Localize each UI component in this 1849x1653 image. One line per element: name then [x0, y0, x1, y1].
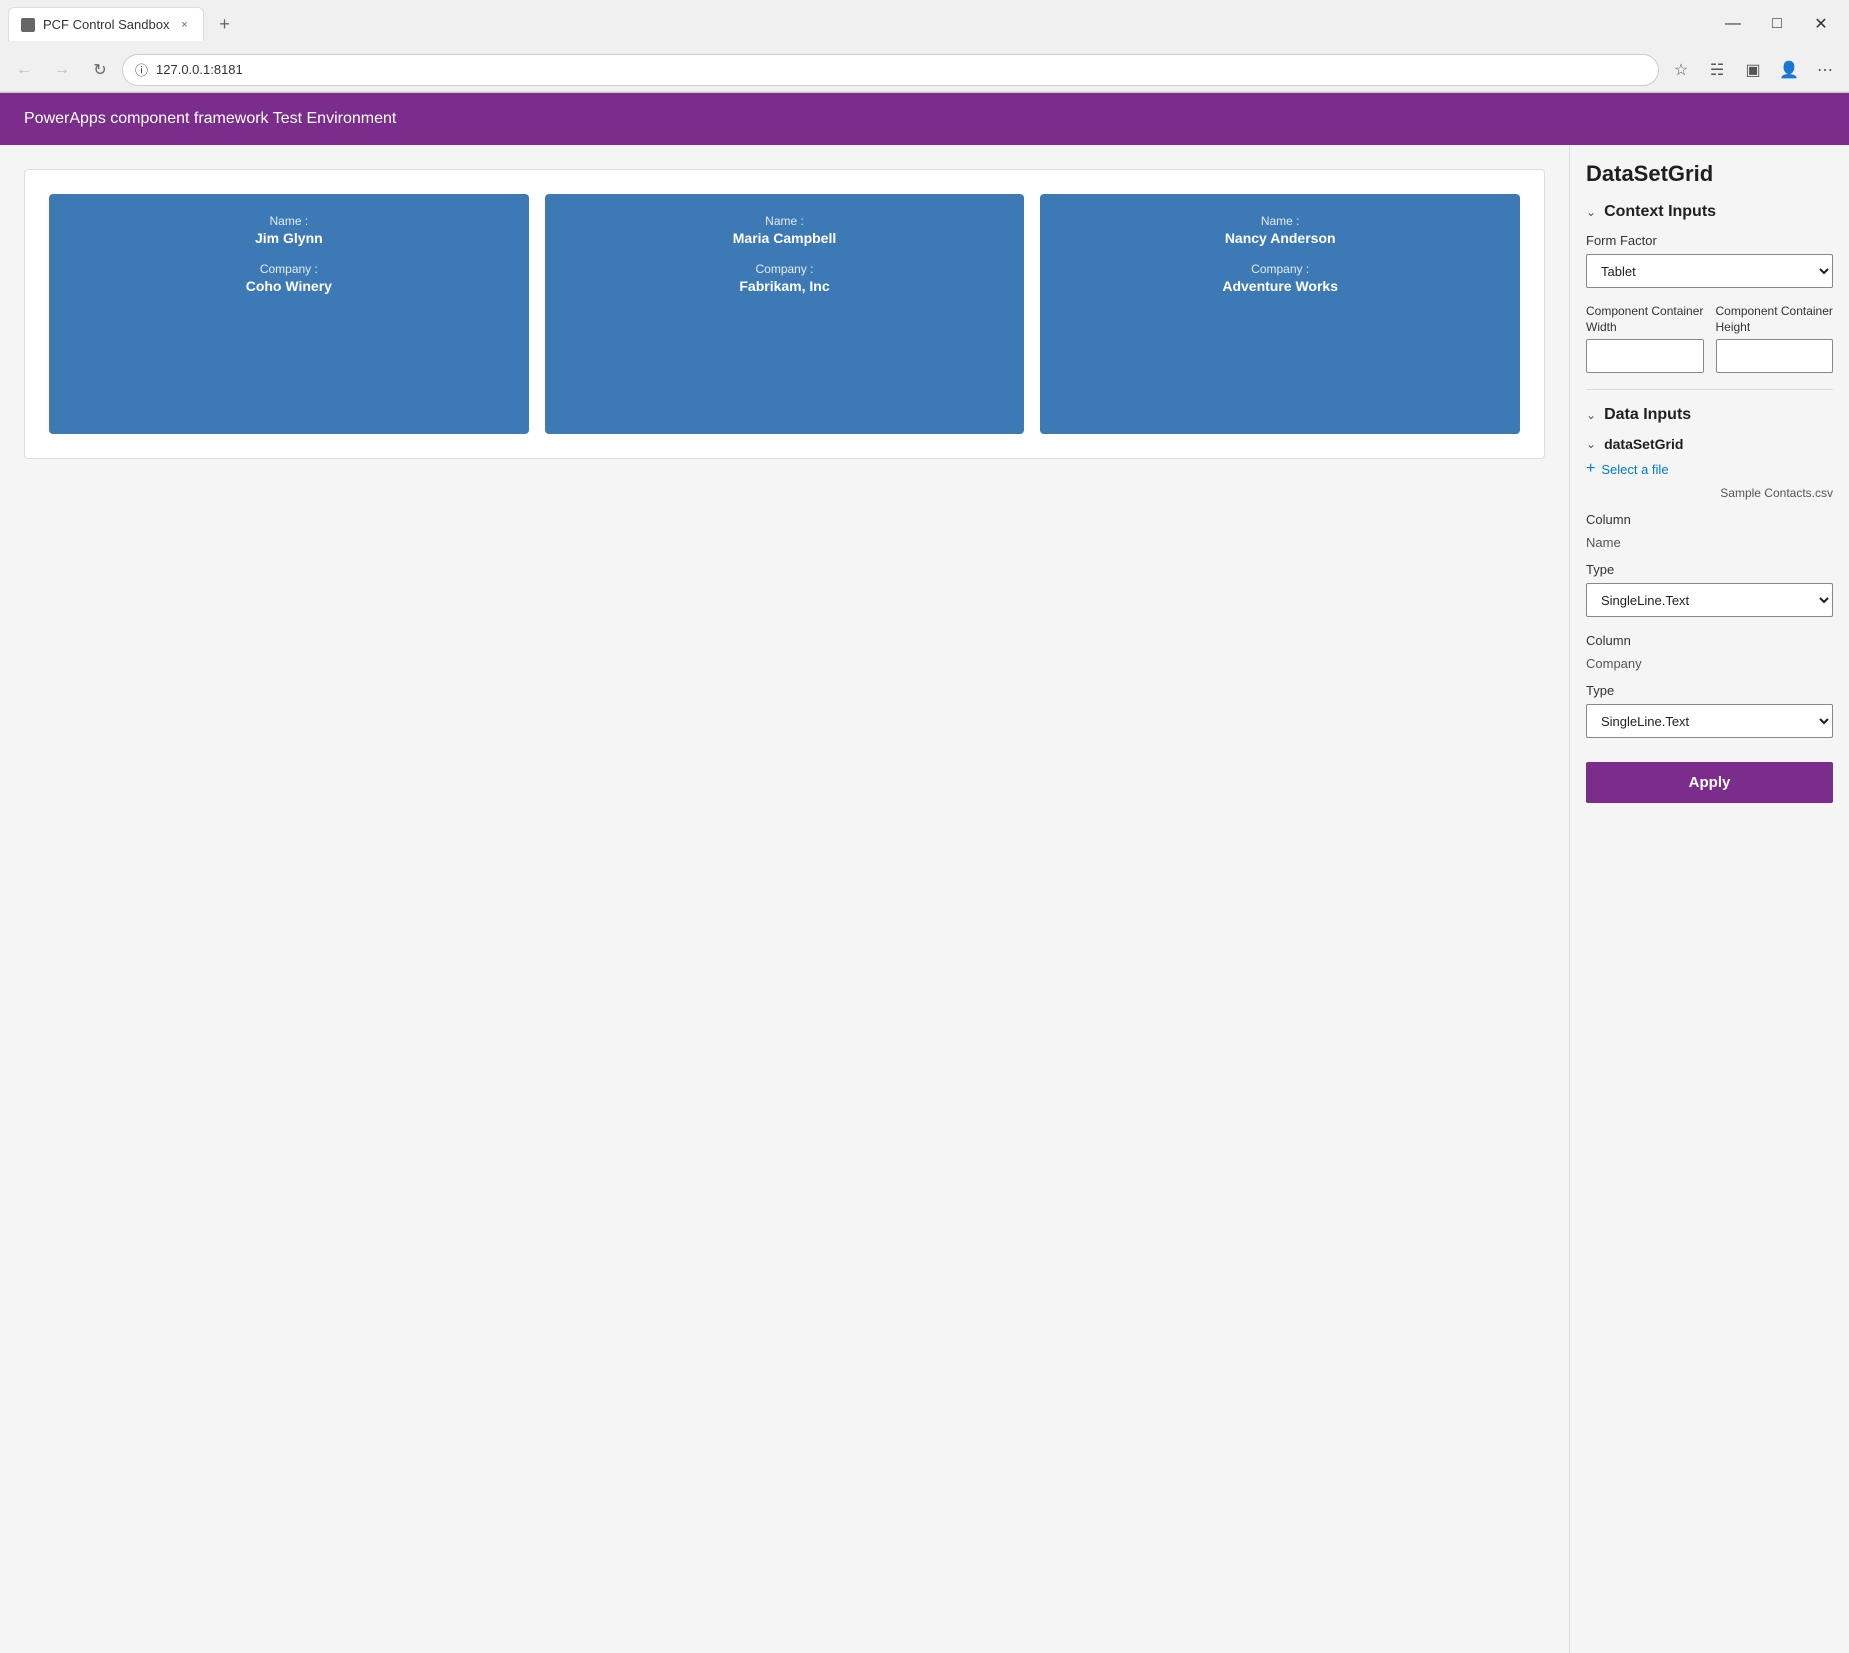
main-layout: Name : Jim Glynn Company : Coho Winery N… — [0, 145, 1849, 1653]
close-button[interactable]: ✕ — [1801, 10, 1841, 38]
right-panel: DataSetGrid ⌄ Context Inputs Form Factor… — [1569, 145, 1849, 1653]
container-height-label: Component Container Height — [1716, 304, 1834, 335]
column2-value: Company — [1586, 652, 1833, 675]
container-width-group: Component Container Width — [1586, 304, 1704, 373]
plus-icon: + — [1586, 460, 1595, 478]
address-text: 127.0.0.1:8181 — [156, 62, 243, 77]
file-name: Sample Contacts.csv — [1586, 486, 1833, 500]
info-icon: ⓘ — [135, 60, 148, 79]
settings-icon[interactable]: ⋯ — [1809, 54, 1841, 86]
card1-company-label: Company : — [260, 262, 318, 276]
contact-card-3[interactable]: Name : Nancy Anderson Company : Adventur… — [1040, 194, 1520, 434]
tab-close-button[interactable]: × — [177, 18, 191, 32]
context-inputs-title: Context Inputs — [1604, 203, 1716, 221]
card2-name-value: Maria Campbell — [733, 230, 836, 246]
address-bar[interactable]: ⓘ 127.0.0.1:8181 — [122, 54, 1659, 86]
form-factor-select[interactable]: Tablet Phone Desktop — [1586, 254, 1833, 288]
card1-name-label: Name : — [269, 214, 308, 228]
banner-title: PowerApps component framework Test Envir… — [24, 110, 396, 128]
column2-label: Column — [1586, 633, 1833, 648]
dataset-grid-label: dataSetGrid — [1604, 436, 1683, 452]
contact-card-1[interactable]: Name : Jim Glynn Company : Coho Winery — [49, 194, 529, 434]
card3-company-label: Company : — [1251, 262, 1309, 276]
context-inputs-header[interactable]: ⌄ Context Inputs — [1586, 203, 1833, 221]
card2-company-label: Company : — [755, 262, 813, 276]
dataset-grid-chevron: ⌄ — [1586, 437, 1596, 451]
window-controls: — □ ✕ — [1713, 10, 1841, 38]
card3-company-value: Adventure Works — [1222, 278, 1338, 294]
browser-tab[interactable]: PCF Control Sandbox × — [8, 7, 204, 41]
collections-icon[interactable]: ▣ — [1737, 54, 1769, 86]
container-width-label: Component Container Width — [1586, 304, 1704, 335]
type2-label: Type — [1586, 683, 1833, 698]
tab-favicon — [21, 18, 35, 32]
container-dims: Component Container Width Component Cont… — [1586, 304, 1833, 373]
dataset-grid-header[interactable]: ⌄ dataSetGrid — [1586, 436, 1833, 452]
back-button[interactable]: ← — [8, 54, 40, 86]
type2-select[interactable]: SingleLine.Text Whole.None DateAndTime.D… — [1586, 704, 1833, 738]
star-icon[interactable]: ☆ — [1665, 54, 1697, 86]
cards-container: Name : Jim Glynn Company : Coho Winery N… — [24, 169, 1545, 459]
card2-company-value: Fabrikam, Inc — [739, 278, 829, 294]
forward-button[interactable]: → — [46, 54, 78, 86]
form-factor-label: Form Factor — [1586, 233, 1833, 248]
contact-card-2[interactable]: Name : Maria Campbell Company : Fabrikam… — [545, 194, 1025, 434]
browser-chrome: PCF Control Sandbox × + — □ ✕ ← → ↻ ⓘ 12… — [0, 0, 1849, 93]
container-height-group: Component Container Height — [1716, 304, 1834, 373]
data-inputs-title: Data Inputs — [1604, 406, 1691, 424]
toolbar-icons: ☆ ☵ ▣ 👤 ⋯ — [1665, 54, 1841, 86]
content-area: Name : Jim Glynn Company : Coho Winery N… — [0, 145, 1569, 1653]
card1-name-value: Jim Glynn — [255, 230, 323, 246]
select-file-button[interactable]: + Select a file — [1586, 460, 1833, 478]
new-tab-button[interactable]: + — [210, 10, 238, 38]
apply-button[interactable]: Apply — [1586, 762, 1833, 803]
card3-name-value: Nancy Anderson — [1225, 230, 1336, 246]
card2-name-label: Name : — [765, 214, 804, 228]
card3-name-label: Name : — [1261, 214, 1300, 228]
context-inputs-chevron: ⌄ — [1586, 205, 1596, 219]
app-banner: PowerApps component framework Test Envir… — [0, 93, 1849, 145]
column1-value: Name — [1586, 531, 1833, 554]
column2-section: Column Company Type SingleLine.Text Whol… — [1586, 633, 1833, 738]
tab-title: PCF Control Sandbox — [43, 17, 169, 32]
refresh-button[interactable]: ↻ — [84, 54, 116, 86]
browser-toolbar: ← → ↻ ⓘ 127.0.0.1:8181 ☆ ☵ ▣ 👤 ⋯ — [0, 48, 1849, 92]
favorites-icon[interactable]: ☵ — [1701, 54, 1733, 86]
type1-label: Type — [1586, 562, 1833, 577]
column1-label: Column — [1586, 512, 1833, 527]
data-inputs-chevron: ⌄ — [1586, 408, 1596, 422]
container-height-input[interactable] — [1716, 339, 1834, 373]
minimize-button[interactable]: — — [1713, 10, 1753, 38]
select-file-label: Select a file — [1601, 462, 1668, 477]
type1-select[interactable]: SingleLine.Text Whole.None DateAndTime.D… — [1586, 583, 1833, 617]
data-inputs-header[interactable]: ⌄ Data Inputs — [1586, 406, 1833, 424]
column1-section: Column Name Type SingleLine.Text Whole.N… — [1586, 512, 1833, 617]
section-divider-1 — [1586, 389, 1833, 390]
card1-company-value: Coho Winery — [246, 278, 332, 294]
profile-icon[interactable]: 👤 — [1773, 54, 1805, 86]
container-width-input[interactable] — [1586, 339, 1704, 373]
panel-title: DataSetGrid — [1586, 161, 1833, 187]
maximize-button[interactable]: □ — [1757, 10, 1797, 38]
browser-titlebar: PCF Control Sandbox × + — □ ✕ — [0, 0, 1849, 48]
form-factor-group: Form Factor Tablet Phone Desktop — [1586, 233, 1833, 288]
